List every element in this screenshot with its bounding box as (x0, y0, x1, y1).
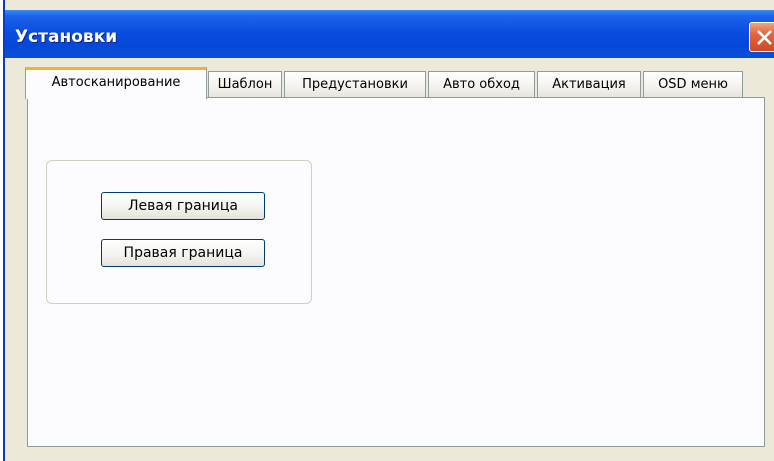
tab-panel-autoscan: Левая граница Правая граница (27, 97, 765, 447)
title-bar[interactable]: Установки (5, 10, 774, 58)
tab-control: Автосканирование Шаблон Предустановки Ав… (25, 67, 771, 457)
window-title: Установки (15, 27, 118, 47)
tab-autoscan[interactable]: Автосканирование (25, 67, 207, 99)
right-border-button[interactable]: Правая граница (101, 239, 265, 267)
settings-window: Установки Автосканирование Шаблон Предус… (3, 0, 774, 461)
tab-auto-tour[interactable]: Авто обход (428, 71, 535, 97)
close-button[interactable] (749, 22, 774, 52)
tab-template[interactable]: Шаблон (208, 71, 282, 97)
close-icon (757, 30, 772, 45)
left-border-button[interactable]: Левая граница (101, 192, 265, 220)
tab-presets[interactable]: Предустановки (284, 71, 426, 97)
autoscan-group: Левая граница Правая граница (46, 160, 312, 304)
tab-osd-menu[interactable]: OSD меню (643, 71, 743, 97)
tab-activation[interactable]: Активация (537, 71, 641, 97)
